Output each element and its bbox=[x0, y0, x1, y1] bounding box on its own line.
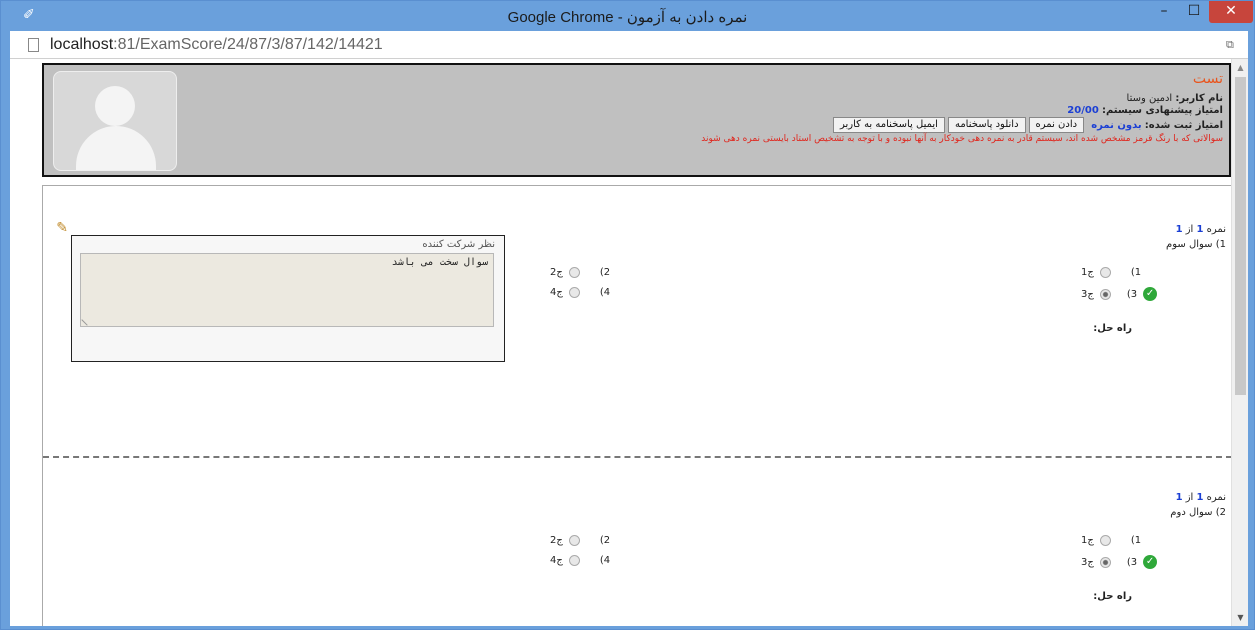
username-line: نام کاربر: ادمین وستا bbox=[701, 93, 1223, 105]
question-title: 2) سوال دوم bbox=[1170, 507, 1226, 518]
option-4[interactable]: ج4 (4 bbox=[550, 287, 610, 298]
recorded-score-line: امتیاز ثبت شده: بدون نمره دادن نمره دانل… bbox=[701, 117, 1223, 133]
option-2-answer: ج2 bbox=[550, 535, 563, 546]
option-1-radio[interactable] bbox=[1099, 535, 1111, 546]
scroll-thumb[interactable] bbox=[1235, 77, 1246, 395]
solution-label: راه حل: bbox=[1093, 323, 1132, 334]
action-buttons: دادن نمره دانلود پاسخنامه ایمیل پاسخنامه… bbox=[832, 117, 1085, 133]
option-2-answer: ج2 bbox=[550, 267, 563, 278]
score-total: 1 bbox=[1175, 224, 1183, 235]
download-answers-button[interactable]: دانلود پاسخنامه bbox=[947, 117, 1026, 133]
question-score: نمره 1 از 1 bbox=[1176, 224, 1226, 235]
email-answers-button[interactable]: ایمیل پاسخنامه به کاربر bbox=[832, 117, 945, 133]
scroll-up-arrow-icon[interactable]: ▲ bbox=[1232, 59, 1248, 76]
option-4-radio[interactable] bbox=[568, 287, 580, 298]
page-icon bbox=[28, 38, 39, 52]
username-label: نام کاربر: bbox=[1175, 93, 1223, 104]
resize-grip-icon[interactable] bbox=[81, 314, 93, 326]
check-icon: ✓ bbox=[1143, 287, 1158, 301]
minimize-button[interactable]: – bbox=[1149, 1, 1179, 23]
option-4-answer: ج4 bbox=[550, 287, 563, 298]
participant-comment-box: نظر شرکت کننده سوال سخت می باشد bbox=[71, 235, 505, 362]
question-card: نمره 1 از 1 1) سوال سوم ج1 (1 ج2 (2 ج3 (… bbox=[43, 186, 1232, 456]
option-4-number: (4 bbox=[599, 287, 611, 298]
question-score: نمره 1 از 1 bbox=[1176, 492, 1226, 503]
suggested-score-label: امتیاز پیشنهادی سیستم: bbox=[1101, 105, 1223, 116]
option-3-answer: ج3 bbox=[1081, 288, 1094, 300]
score-prefix: نمره bbox=[1206, 492, 1226, 503]
give-score-button[interactable]: دادن نمره bbox=[1028, 117, 1085, 133]
option-3-radio[interactable] bbox=[1099, 288, 1111, 300]
exam-header: تست نام کاربر: ادمین وستا امتیاز پیشنهاد… bbox=[42, 63, 1231, 177]
option-2-number: (2 bbox=[599, 535, 611, 546]
scroll-down-arrow-icon[interactable]: ▼ bbox=[1232, 609, 1248, 626]
comment-textarea[interactable]: سوال سخت می باشد bbox=[80, 253, 494, 327]
comment-text: سوال سخت می باشد bbox=[391, 257, 488, 268]
avatar bbox=[53, 71, 177, 171]
score-of: از bbox=[1185, 492, 1194, 503]
suggested-score-line: امتیاز پیشنهادی سیستم: 20/00 bbox=[701, 105, 1223, 117]
option-2[interactable]: ج2 (2 bbox=[550, 535, 610, 546]
option-3-radio[interactable] bbox=[1099, 556, 1111, 568]
vertical-scrollbar[interactable]: ▲ ▼ bbox=[1231, 59, 1248, 626]
close-button[interactable]: ✕ bbox=[1209, 1, 1253, 23]
question-divider bbox=[43, 456, 1232, 458]
option-1-radio[interactable] bbox=[1099, 267, 1111, 278]
url-text[interactable]: localhost:81/ExamScore/24/87/3/87/142/14… bbox=[50, 36, 383, 54]
grading-note: سوالاتی که با رنگ قرمز مشخص شده اند، سیس… bbox=[701, 134, 1223, 144]
browser-window: ✐ نمره دادن به آزمون - Google Chrome – ☐… bbox=[0, 0, 1255, 630]
exam-title: تست bbox=[1192, 71, 1223, 87]
url-path: :81/ExamScore/24/87/3/87/142/14421 bbox=[113, 36, 383, 53]
recorded-score-label: امتیاز ثبت شده: bbox=[1144, 120, 1223, 131]
recorded-score-value: بدون نمره bbox=[1091, 120, 1142, 131]
question-card: نمره 1 از 1 2) سوال دوم ج1 (1 ج2 (2 ج3 (… bbox=[43, 460, 1232, 626]
comment-label: نظر شرکت کننده bbox=[422, 239, 495, 250]
option-3-number: (3 bbox=[1126, 288, 1138, 300]
option-3-answer: ج3 bbox=[1081, 556, 1094, 568]
option-4-answer: ج4 bbox=[550, 555, 563, 566]
avatar-head-shape bbox=[95, 86, 135, 126]
extension-icon[interactable]: ⧉ bbox=[1226, 38, 1240, 52]
header-info: تست نام کاربر: ادمین وستا امتیاز پیشنهاد… bbox=[701, 71, 1223, 144]
check-icon: ✓ bbox=[1143, 555, 1158, 569]
option-4-number: (4 bbox=[599, 555, 611, 566]
option-4-radio[interactable] bbox=[568, 555, 580, 566]
url-host: localhost bbox=[50, 36, 114, 53]
title-bar[interactable]: ✐ نمره دادن به آزمون - Google Chrome – ☐… bbox=[1, 1, 1254, 31]
option-2-number: (2 bbox=[599, 267, 611, 278]
option-4[interactable]: ج4 (4 bbox=[550, 555, 610, 566]
option-1[interactable]: ج1 (1 bbox=[1081, 267, 1141, 278]
option-1-number: (1 bbox=[1130, 267, 1142, 278]
score-total: 1 bbox=[1175, 492, 1183, 503]
questions-area: نمره 1 از 1 1) سوال سوم ج1 (1 ج2 (2 ج3 (… bbox=[42, 185, 1232, 626]
address-bar[interactable]: localhost:81/ExamScore/24/87/3/87/142/14… bbox=[10, 31, 1248, 59]
maximize-button[interactable]: ☐ bbox=[1179, 1, 1209, 23]
option-1-number: (1 bbox=[1130, 535, 1142, 546]
question-title: 1) سوال سوم bbox=[1166, 239, 1226, 250]
option-1-answer: ج1 bbox=[1081, 267, 1094, 278]
page-viewport: تست نام کاربر: ادمین وستا امتیاز پیشنهاد… bbox=[10, 59, 1248, 626]
score-value: 1 bbox=[1196, 492, 1204, 503]
option-2[interactable]: ج2 (2 bbox=[550, 267, 610, 278]
window-title: نمره دادن به آزمون - Google Chrome bbox=[507, 9, 748, 26]
option-1-answer: ج1 bbox=[1081, 535, 1094, 546]
score-value: 1 bbox=[1196, 224, 1204, 235]
solution-label: راه حل: bbox=[1093, 591, 1132, 602]
option-3[interactable]: ج3 (3 ✓ bbox=[1081, 287, 1158, 301]
option-1[interactable]: ج1 (1 bbox=[1081, 535, 1141, 546]
option-3-number: (3 bbox=[1126, 556, 1138, 568]
option-3[interactable]: ج3 (3 ✓ bbox=[1081, 555, 1158, 569]
option-2-radio[interactable] bbox=[568, 535, 580, 546]
score-prefix: نمره bbox=[1206, 224, 1226, 235]
username-value: ادمین وستا bbox=[1126, 93, 1173, 104]
suggested-score-value: 20/00 bbox=[1067, 105, 1099, 116]
score-of: از bbox=[1185, 224, 1194, 235]
option-2-radio[interactable] bbox=[568, 267, 580, 278]
pencil-icon[interactable]: ✎ bbox=[52, 220, 68, 236]
avatar-body-shape bbox=[76, 126, 156, 170]
